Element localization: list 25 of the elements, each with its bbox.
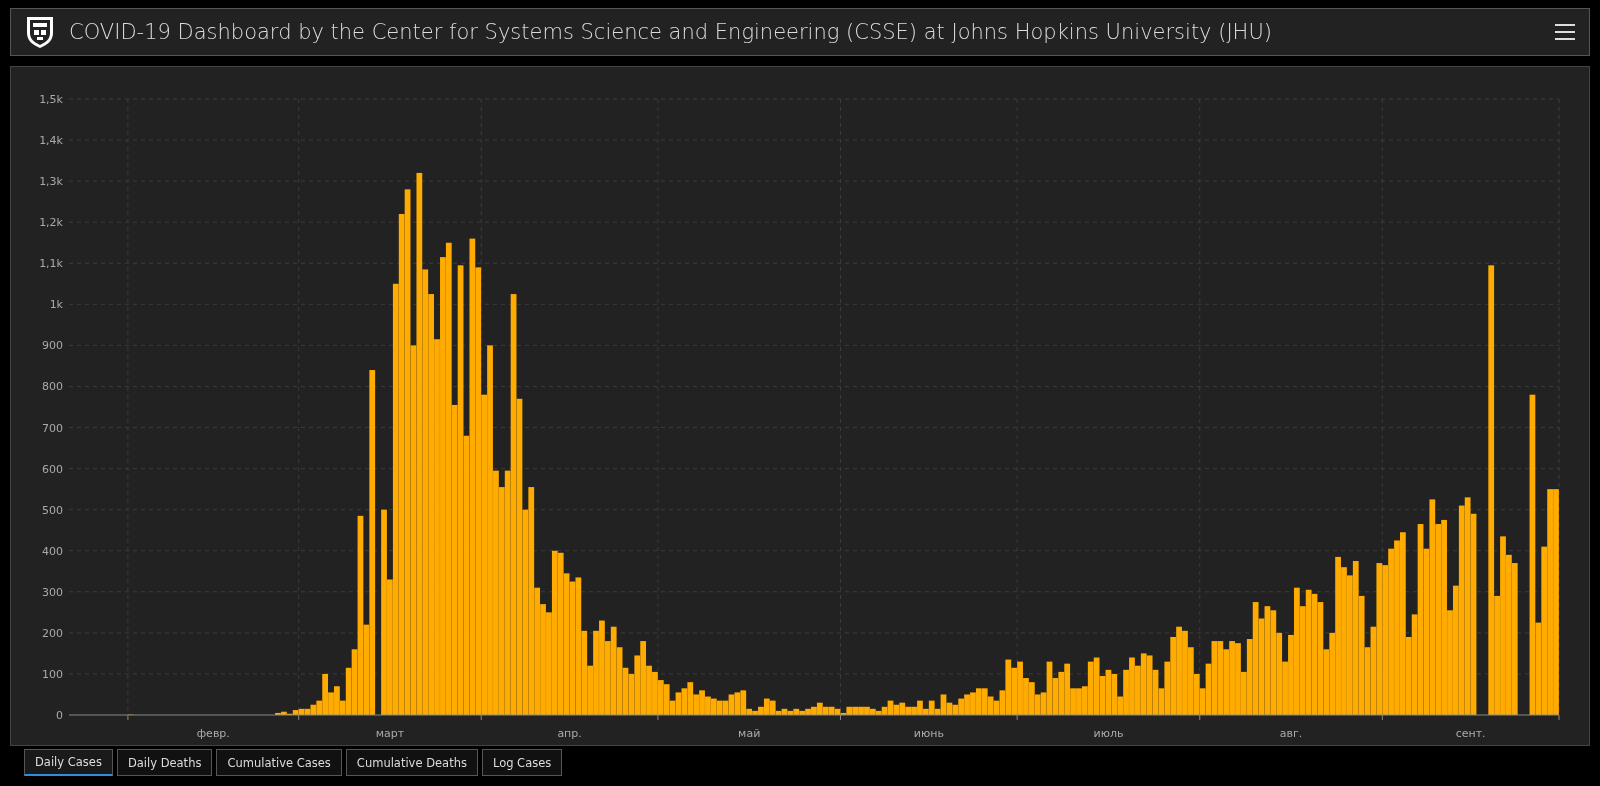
y-axis-label: 500: [42, 503, 63, 517]
y-axis-label: 1,1k: [39, 257, 63, 271]
y-axis-label: 300: [42, 585, 63, 599]
x-axis-label: авг.: [1279, 727, 1303, 740]
dashboard-title: COVID-19 Dashboard by the Center for Systems Science and Engineering (CSSE) at Johns Hopkins University (JHU): [69, 20, 1273, 44]
x-axis-label: июнь: [913, 727, 944, 740]
x-axis-label: сент.: [1455, 727, 1486, 740]
y-axis-label: 0: [56, 709, 63, 722]
y-axis-label: 200: [42, 626, 63, 640]
y-axis-label: 800: [42, 380, 63, 394]
x-axis-label: февр.: [196, 727, 230, 740]
y-axis-label: 400: [42, 544, 63, 558]
x-axis-label: июль: [1093, 727, 1124, 740]
x-axis-label: апр.: [557, 727, 582, 740]
y-axis-label: 1,4k: [39, 134, 63, 148]
y-axis-label: 1k: [49, 298, 63, 312]
x-axis-label: март: [375, 727, 405, 740]
y-axis-label: 600: [42, 462, 63, 476]
y-axis-label: 1,2k: [39, 216, 63, 230]
y-axis-label: 1,5k: [39, 93, 63, 106]
y-axis-label: 100: [42, 667, 63, 681]
y-axis-label: 700: [42, 421, 63, 435]
y-axis-label: 900: [42, 339, 63, 353]
x-axis-label: май: [738, 727, 761, 740]
y-axis-label: 1,3k: [39, 175, 63, 189]
